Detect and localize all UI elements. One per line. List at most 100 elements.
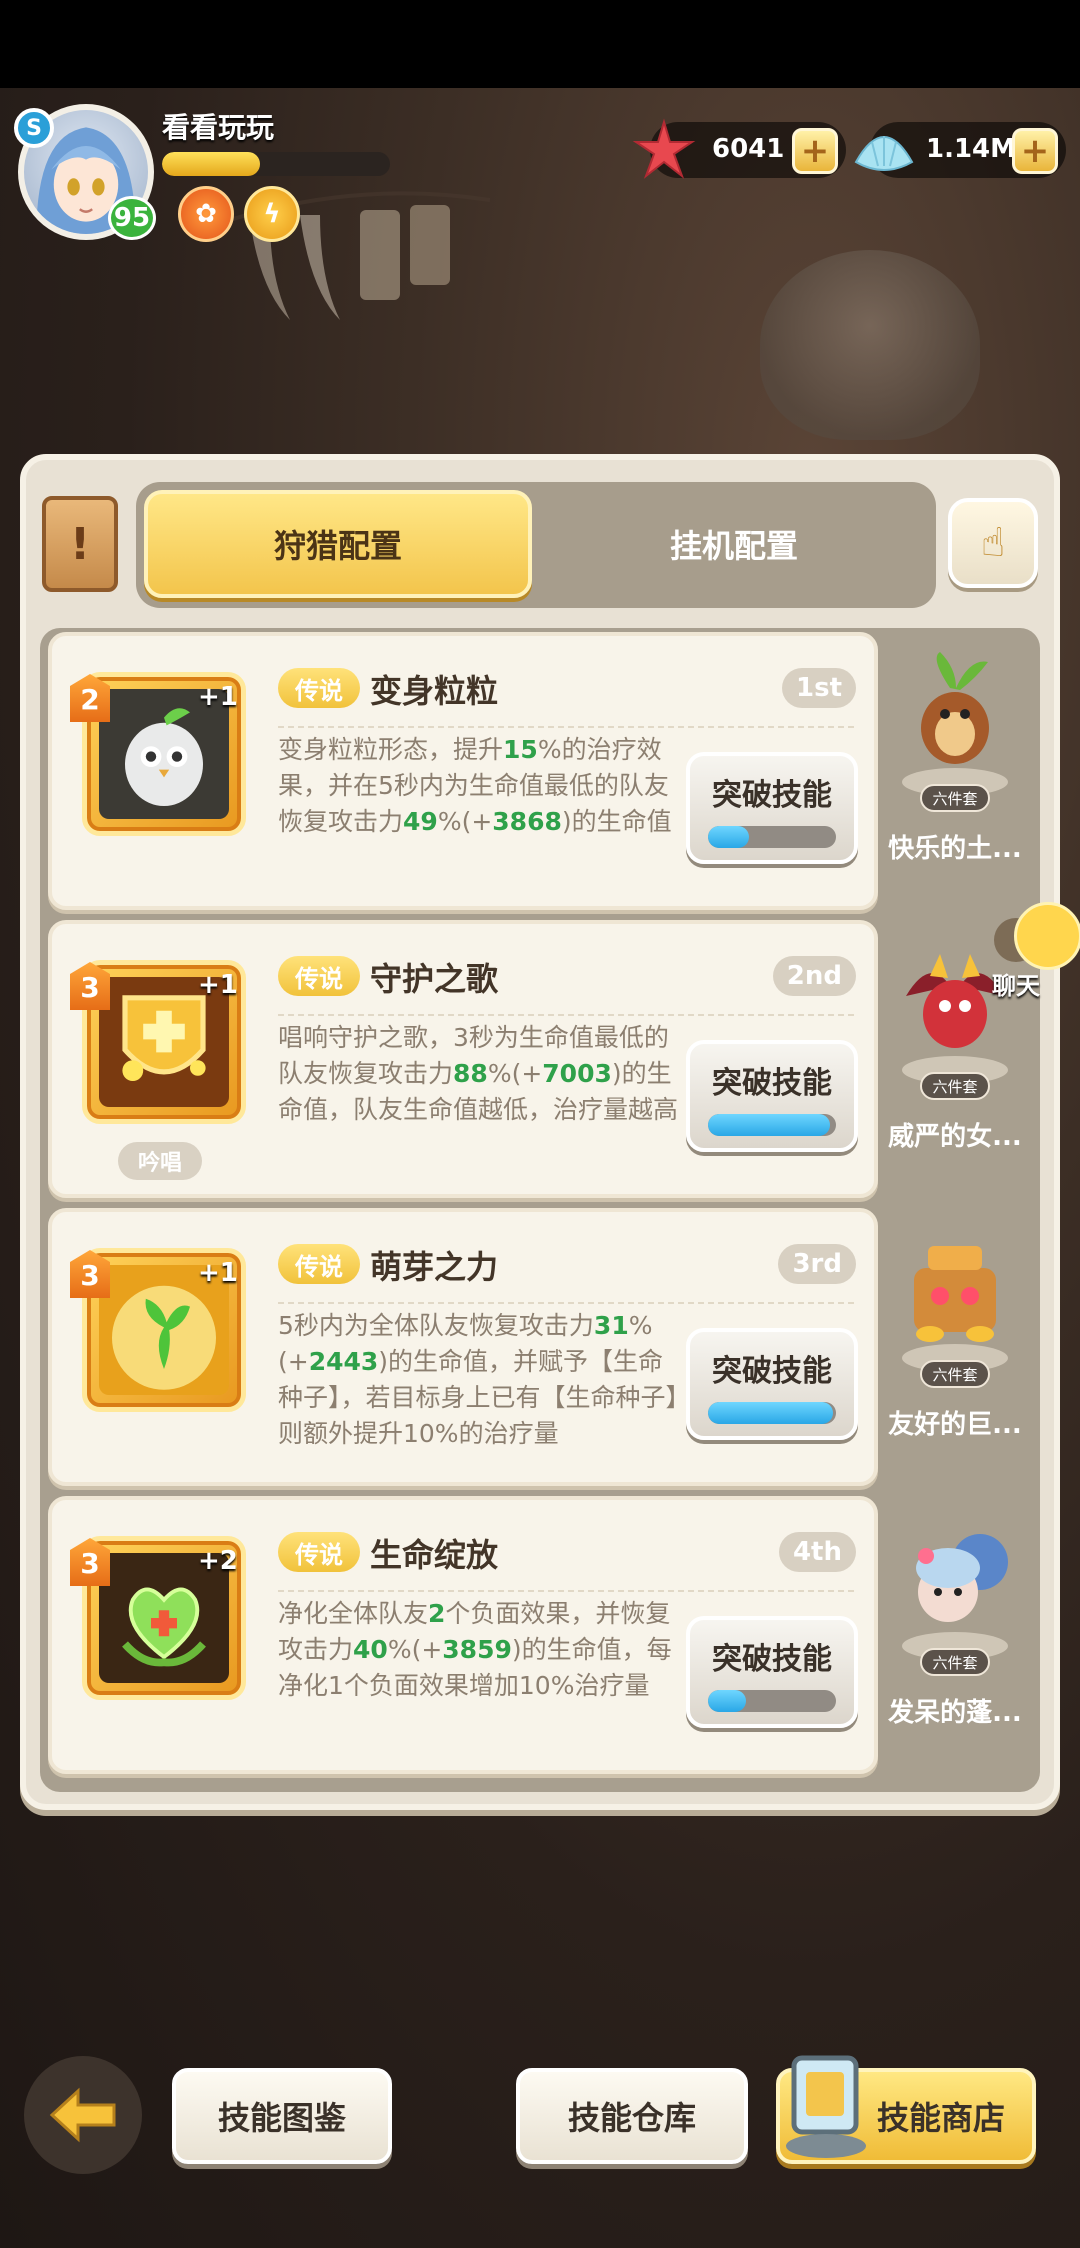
skill-description: 唱响守护之歌，3秒为生命值最低的队友恢复攻击力88%(+7003)的生命值，队友… (278, 1020, 678, 1128)
hero-slot[interactable]: 六件套 快乐的土... (880, 634, 1030, 904)
skill-plus-count: +1 (198, 970, 238, 1000)
breakthrough-label: 突破技能 (712, 778, 832, 813)
xp-bar-fill (162, 152, 261, 176)
breakthrough-progress (708, 1114, 836, 1136)
desc-highlight: 3859 (442, 1635, 512, 1664)
divider (278, 1302, 854, 1304)
hero-name: 威严的女... (888, 1122, 1022, 1152)
desc-highlight: 40 (353, 1635, 388, 1664)
breakthrough-progress-fill (708, 826, 749, 848)
hero-slot[interactable]: 六件套 发呆的蓬... (880, 1498, 1030, 1768)
breakthrough-progress (708, 826, 836, 848)
breakthrough-progress-fill (708, 1402, 834, 1424)
rarity-badge: 传说 (278, 1244, 360, 1284)
desc-text: 5秒内为全体队友恢复攻击力 (278, 1311, 594, 1340)
divider (278, 1014, 854, 1016)
skull-decoration (760, 250, 980, 440)
desc-highlight: 2 (428, 1599, 446, 1628)
card-touch-icon[interactable]: ☝ (948, 498, 1038, 588)
desc-text: )的生命值 (561, 807, 672, 836)
skill-name: 守护之歌 (370, 960, 499, 998)
player-level: 95 (108, 196, 156, 240)
skill-codex-button[interactable]: 技能图鉴 (172, 2068, 392, 2164)
tab-idle-config[interactable]: 挂机配置 (540, 490, 928, 598)
desc-text: 变身粒粒形态，提升 (278, 735, 504, 764)
config-tabs: 狩猎配置 挂机配置 (136, 482, 936, 608)
shell-amount: 1.14M (926, 134, 1017, 164)
skill-name: 变身粒粒 (370, 672, 499, 710)
buff-flower-icon[interactable]: ✿ (178, 186, 234, 242)
breakthrough-progress (708, 1402, 836, 1424)
breakthrough-button[interactable]: 突破技能 (686, 1328, 858, 1440)
skill-card[interactable]: 3 +1 吟唱 传说 守护之歌 2nd 唱响守护之歌，3秒为生命值最低的队友恢复… (48, 920, 878, 1198)
breakthrough-label: 突破技能 (712, 1354, 832, 1389)
skill-card[interactable]: 2 +1 传说 变身粒粒 1st 变身粒粒形态，提升15%的治疗效果，并在5秒内… (48, 632, 878, 910)
hero-figure-icon (890, 1512, 1020, 1642)
hero-figure-icon (890, 648, 1020, 778)
skill-description: 5秒内为全体队友恢复攻击力31%(+2443)的生命值，并赋予【生命种子】，若目… (278, 1308, 678, 1452)
skill-rank-badge: 4th (778, 1532, 856, 1572)
skill-rank-badge: 2nd (772, 956, 856, 996)
chat-button[interactable]: 聊天 (984, 900, 1080, 1000)
skill-card[interactable]: 3 +1 传说 萌芽之力 3rd 5秒内为全体队友恢复攻击力31%(+2443)… (48, 1208, 878, 1486)
starfish-amount: 6041 (712, 134, 785, 164)
desc-text: %(+ (387, 1635, 443, 1664)
tab-hunt-config[interactable]: 狩猎配置 (144, 490, 532, 598)
breakthrough-button[interactable]: 突破技能 (686, 1616, 858, 1728)
skill-plus-count: +1 (198, 1258, 238, 1288)
desc-highlight: 3868 (492, 807, 562, 836)
skill-storage-button[interactable]: 技能仓库 (516, 2068, 748, 2164)
rarity-badge: 传说 (278, 956, 360, 996)
divider (278, 726, 854, 728)
desc-text: %(+ (487, 1059, 543, 1088)
shell-icon (854, 136, 914, 171)
back-arrow-icon (49, 2087, 116, 2143)
buff-energy-icon[interactable]: ϟ (244, 186, 300, 242)
desc-highlight: 49 (403, 807, 438, 836)
skill-name: 生命绽放 (370, 1536, 499, 1574)
skill-plus-count: +1 (198, 682, 238, 712)
hero-name: 快乐的土... (888, 834, 1022, 864)
breakthrough-label: 突破技能 (712, 1066, 832, 1101)
breakthrough-button[interactable]: 突破技能 (686, 1040, 858, 1152)
add-shell-button[interactable]: + (1012, 128, 1058, 174)
hero-set-tag: 六件套 (920, 1360, 990, 1388)
breakthrough-progress-fill (708, 1690, 747, 1712)
desc-highlight: 15 (503, 735, 538, 764)
desc-text: 净化全体队友 (278, 1599, 429, 1628)
hero-figure-icon (890, 1224, 1020, 1354)
avatar-badge-icon: S (14, 108, 54, 148)
hero-set-tag: 六件套 (920, 784, 990, 812)
skill-shop-label: 技能商店 (876, 2099, 1005, 2137)
player-name: 看看玩玩 (162, 111, 275, 144)
hero-set-tag: 六件套 (920, 1072, 990, 1100)
chant-badge: 吟唱 (118, 1142, 202, 1180)
hero-name: 友好的巨... (888, 1410, 1022, 1440)
breakthrough-progress (708, 1690, 836, 1712)
chat-label: 聊天 (992, 972, 1040, 1000)
hero-set-tag: 六件套 (920, 1648, 990, 1676)
desc-highlight: 31 (593, 1311, 629, 1340)
skill-rank-badge: 3rd (778, 1244, 856, 1284)
skill-card[interactable]: 3 +2 传说 生命绽放 4th 净化全体队友2个负面效果，并恢复攻击力40%(… (48, 1496, 878, 1774)
rarity-badge: 传说 (278, 1532, 360, 1572)
hero-slot[interactable]: 六件套 友好的巨... (880, 1210, 1030, 1480)
shop-stand-icon (786, 2055, 866, 2158)
divider (278, 1590, 854, 1592)
add-starfish-button[interactable]: + (792, 128, 838, 174)
chat-bubble-icon (1014, 902, 1080, 970)
skill-description: 变身粒粒形态，提升15%的治疗效果，并在5秒内为生命值最低的队友恢复攻击力49%… (278, 732, 678, 840)
desc-highlight: 7003 (542, 1059, 612, 1088)
xp-bar (162, 152, 390, 176)
breakthrough-label: 突破技能 (712, 1642, 832, 1677)
starfish-icon (632, 118, 696, 179)
scroll-notice-icon[interactable]: ! (42, 496, 118, 592)
status-bar (0, 0, 1080, 88)
desc-highlight: 2443 (308, 1347, 379, 1376)
skill-name: 萌芽之力 (370, 1248, 499, 1286)
back-button[interactable] (24, 2056, 142, 2174)
hero-name: 发呆的蓬... (888, 1698, 1022, 1728)
breakthrough-button[interactable]: 突破技能 (686, 752, 858, 864)
skill-plus-count: +2 (198, 1546, 238, 1576)
rarity-badge: 传说 (278, 668, 360, 708)
